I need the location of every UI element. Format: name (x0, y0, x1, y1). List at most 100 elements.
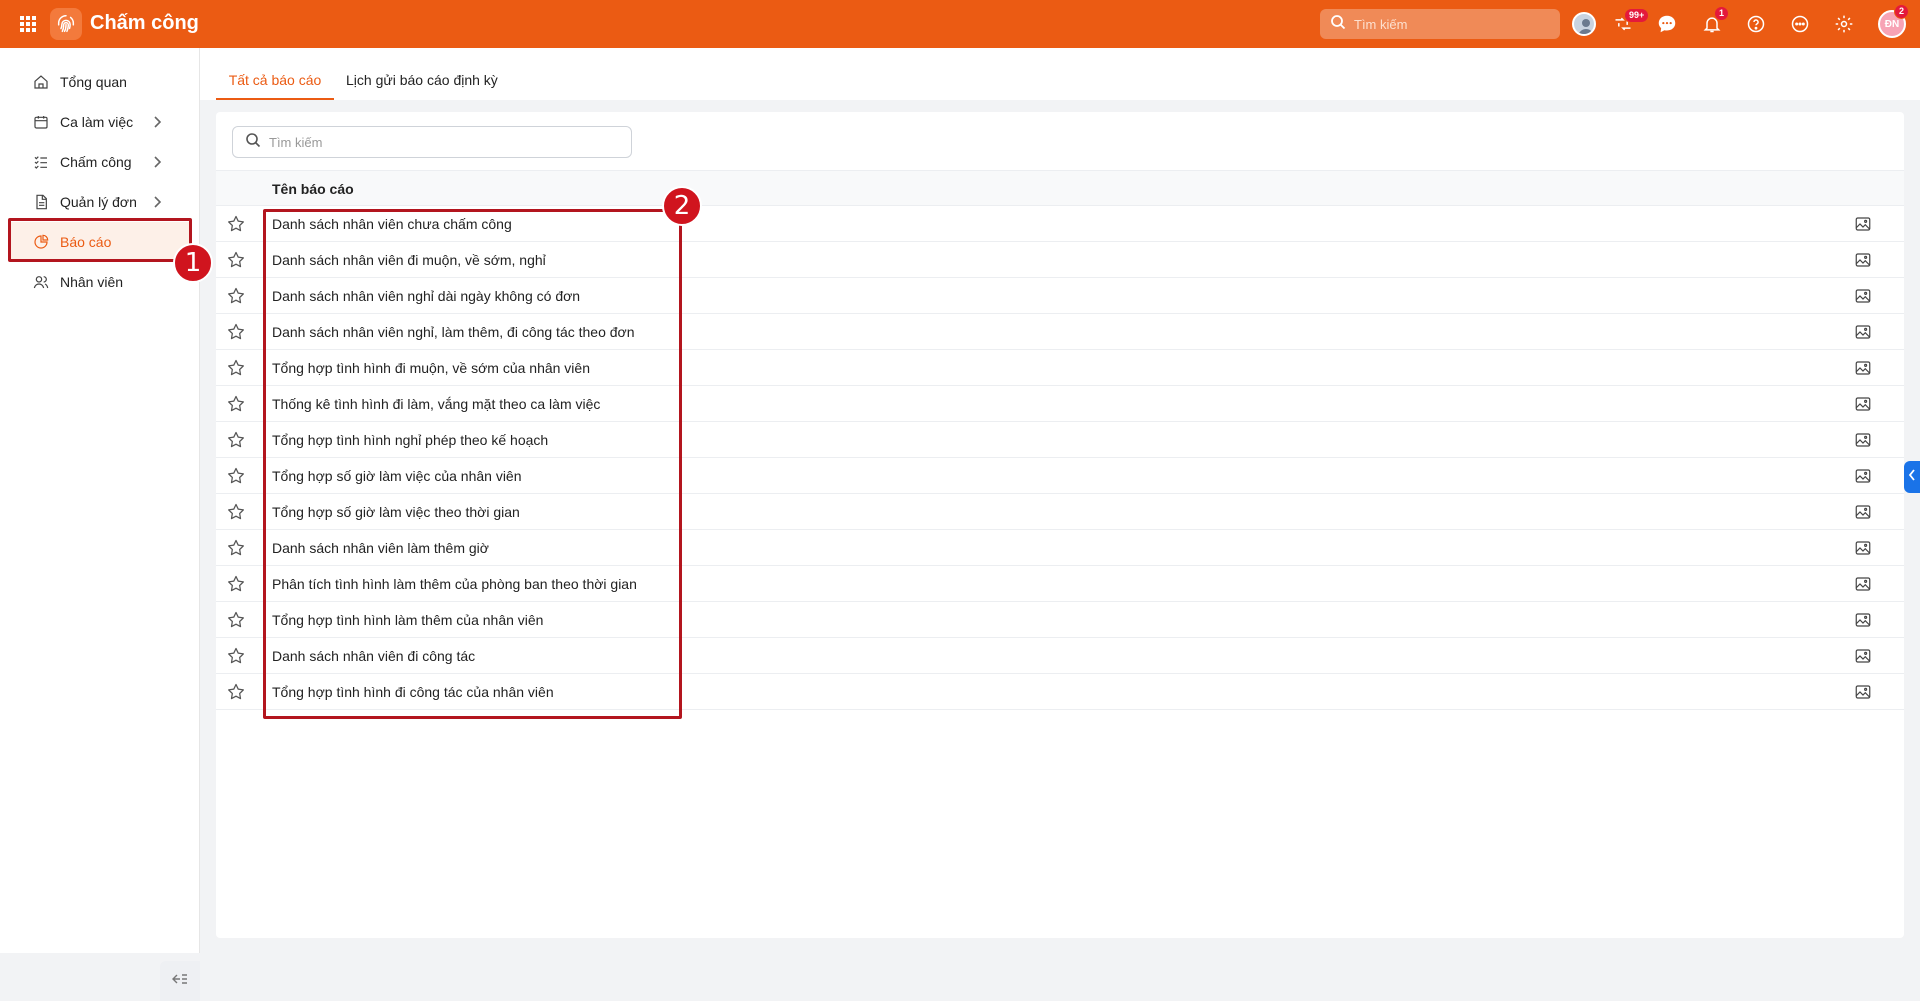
report-name[interactable]: Tổng hợp tình hình đi muộn, về sớm của n… (272, 360, 590, 376)
report-name[interactable]: Tổng hợp tình hình đi công tác của nhân … (272, 684, 554, 700)
report-name[interactable]: Tổng hợp tình hình nghỉ phép theo kế hoạ… (272, 432, 548, 448)
approval-icon[interactable]: 99+ (1610, 8, 1650, 37)
image-icon[interactable] (1854, 539, 1872, 557)
sidebar-item-label: Ca làm việc (60, 114, 134, 130)
image-icon[interactable] (1854, 683, 1872, 701)
report-search-input[interactable] (269, 134, 609, 150)
star-icon[interactable] (226, 466, 246, 486)
sidebar-item-nhan-vien[interactable]: Nhân viên (8, 262, 192, 302)
sidebar-item-label: Tổng quan (60, 74, 127, 90)
star-icon[interactable] (226, 250, 246, 270)
home-icon (32, 73, 50, 91)
bell-icon[interactable]: 1 (1699, 6, 1730, 37)
user-avatar[interactable]: ĐN 2 (1878, 4, 1910, 38)
image-icon[interactable] (1854, 251, 1872, 269)
star-icon[interactable] (226, 394, 246, 414)
star-icon[interactable] (226, 430, 246, 450)
image-icon[interactable] (1854, 431, 1872, 449)
report-name[interactable]: Danh sách nhân viên nghỉ, làm thêm, đi c… (272, 324, 635, 340)
fingerprint-logo-icon (50, 8, 82, 40)
table-row[interactable]: Danh sách nhân viên nghỉ, làm thêm, đi c… (216, 314, 1904, 350)
report-name[interactable]: Danh sách nhân viên đi muộn, về sớm, ngh… (272, 252, 546, 268)
report-name[interactable]: Danh sách nhân viên làm thêm giờ (272, 540, 489, 556)
app-title: Chấm công (90, 12, 199, 34)
help-icon[interactable] (1743, 11, 1769, 37)
search-icon (245, 132, 261, 153)
report-tabs: Tất cả báo cáo Lịch gửi báo cáo định kỳ (200, 48, 1920, 100)
profile-avatar[interactable] (1572, 12, 1596, 36)
table-row[interactable]: Thống kê tình hình đi làm, vắng mặt theo… (216, 386, 1904, 422)
sidebar-item-tong-quan[interactable]: Tổng quan (8, 62, 192, 102)
tab-scheduled-reports[interactable]: Lịch gửi báo cáo định kỳ (346, 72, 498, 100)
report-name[interactable]: Tổng hợp tình hình làm thêm của nhân viê… (272, 612, 543, 628)
table-row[interactable]: Tổng hợp số giờ làm việc của nhân viên (216, 458, 1904, 494)
star-icon[interactable] (226, 214, 246, 234)
report-name[interactable]: Phân tích tình hình làm thêm của phòng b… (272, 576, 637, 592)
star-icon[interactable] (226, 502, 246, 522)
sidebar-item-ca-lam-viec[interactable]: Ca làm việc (8, 102, 192, 142)
report-name[interactable]: Danh sách nhân viên đi công tác (272, 648, 475, 664)
sidebar-item-label: Quản lý đơn (60, 194, 137, 210)
star-icon[interactable] (226, 358, 246, 378)
approvals-badge: 99+ (1624, 8, 1650, 23)
table-row[interactable]: Danh sách nhân viên đi muộn, về sớm, ngh… (216, 242, 1904, 278)
sidebar-item-quan-ly-don[interactable]: Quản lý đơn (8, 182, 192, 222)
image-icon[interactable] (1854, 215, 1872, 233)
gear-icon[interactable] (1831, 11, 1857, 37)
table-row[interactable]: Tổng hợp tình hình đi muộn, về sớm của n… (216, 350, 1904, 386)
table-header: Tên báo cáo (216, 170, 1904, 206)
notifications-badge: 1 (1714, 6, 1730, 21)
report-name[interactable]: Danh sách nhân viên chưa chấm công (272, 216, 512, 232)
star-icon[interactable] (226, 538, 246, 558)
chevron-right-icon (152, 195, 162, 212)
global-search-input[interactable] (1354, 16, 1544, 32)
checklist-icon (32, 153, 50, 171)
chevron-right-icon (152, 155, 162, 172)
more-icon[interactable] (1787, 11, 1813, 37)
table-row[interactable]: Tổng hợp số giờ làm việc theo thời gian (216, 494, 1904, 530)
image-icon[interactable] (1854, 503, 1872, 521)
chevron-right-icon (152, 115, 162, 132)
star-icon[interactable] (226, 610, 246, 630)
image-icon[interactable] (1854, 611, 1872, 629)
image-icon[interactable] (1854, 359, 1872, 377)
image-icon[interactable] (1854, 647, 1872, 665)
apps-grid-icon[interactable] (19, 15, 37, 33)
search-icon (1330, 14, 1346, 35)
star-icon[interactable] (226, 322, 246, 342)
table-row[interactable]: Danh sách nhân viên nghỉ dài ngày không … (216, 278, 1904, 314)
tab-all-reports[interactable]: Tất cả báo cáo (216, 72, 334, 100)
table-row[interactable]: Danh sách nhân viên đi công tác (216, 638, 1904, 674)
report-name[interactable]: Thống kê tình hình đi làm, vắng mặt theo… (272, 396, 600, 412)
table-row[interactable]: Tổng hợp tình hình nghỉ phép theo kế hoạ… (216, 422, 1904, 458)
side-panel-toggle[interactable] (1904, 461, 1920, 493)
report-name[interactable]: Danh sách nhân viên nghỉ dài ngày không … (272, 288, 580, 304)
image-icon[interactable] (1854, 467, 1872, 485)
star-icon[interactable] (226, 574, 246, 594)
table-row[interactable]: Phân tích tình hình làm thêm của phòng b… (216, 566, 1904, 602)
image-icon[interactable] (1854, 287, 1872, 305)
sidebar-item-cham-cong[interactable]: Chấm công (8, 142, 192, 182)
annotation-marker-1: 1 (173, 243, 213, 283)
report-name[interactable]: Tổng hợp số giờ làm việc theo thời gian (272, 504, 520, 520)
column-header-report-name: Tên báo cáo (272, 181, 354, 197)
table-row[interactable]: Tổng hợp tình hình đi công tác của nhân … (216, 674, 1904, 710)
table-row[interactable]: Tổng hợp tình hình làm thêm của nhân viê… (216, 602, 1904, 638)
star-icon[interactable] (226, 646, 246, 666)
image-icon[interactable] (1854, 395, 1872, 413)
top-bar: Chấm công 99+ 1 ĐN 2 (0, 0, 1920, 48)
report-name[interactable]: Tổng hợp số giờ làm việc của nhân viên (272, 468, 522, 484)
chat-icon[interactable] (1654, 11, 1680, 37)
sidebar-item-bao-cao[interactable]: Báo cáo (8, 222, 192, 262)
collapse-sidebar-button[interactable] (160, 961, 200, 1001)
report-search[interactable] (232, 126, 632, 158)
global-search[interactable] (1320, 9, 1560, 39)
sidebar-item-label: Chấm công (60, 154, 132, 170)
pie-chart-icon (32, 233, 50, 251)
table-row[interactable]: Danh sách nhân viên chưa chấm công (216, 206, 1904, 242)
image-icon[interactable] (1854, 323, 1872, 341)
image-icon[interactable] (1854, 575, 1872, 593)
table-row[interactable]: Danh sách nhân viên làm thêm giờ (216, 530, 1904, 566)
star-icon[interactable] (226, 682, 246, 702)
star-icon[interactable] (226, 286, 246, 306)
